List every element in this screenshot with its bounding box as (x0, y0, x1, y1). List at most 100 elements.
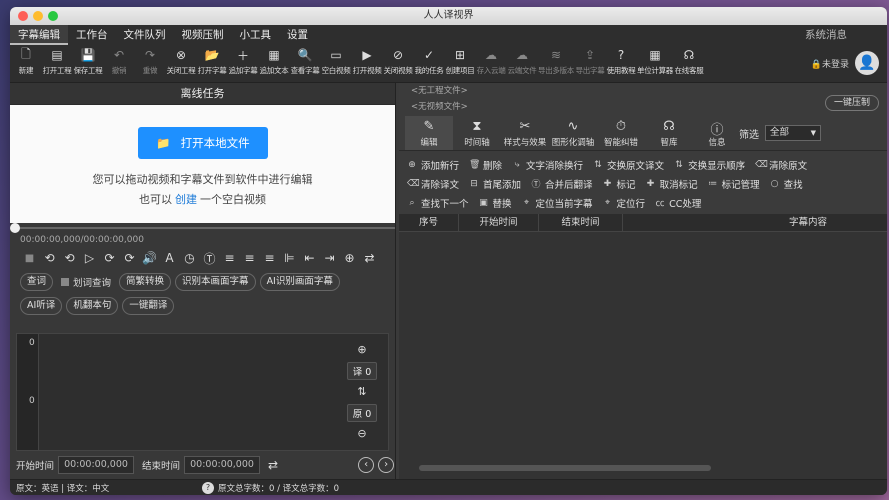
mark-action[interactable]: ✚ 标记 (603, 177, 636, 191)
tab-smart-fix[interactable]: ⏱ 智能纠错 (597, 116, 645, 150)
cc-action[interactable]: ㏄ CC处理 (655, 196, 702, 210)
menu-item-2[interactable]: 文件队列 (116, 25, 174, 45)
swap-icon[interactable]: ⇄ (362, 251, 377, 265)
system-message-link[interactable]: 系统消息 (805, 25, 847, 45)
timeline-track[interactable] (15, 227, 395, 229)
find-action[interactable]: ○ 查找 (770, 177, 803, 191)
toolbar-button-view-subtitle[interactable]: 🔍 查看字幕 (291, 47, 320, 76)
login-status[interactable]: 🔒未登录 (811, 57, 849, 70)
toolbar-button-append-subtitle[interactable]: ＋ 追加字幕 (229, 47, 258, 76)
remove-linebreak-action[interactable]: ⤷ 文字消除换行 (512, 158, 584, 172)
column-index[interactable]: 序号 (399, 213, 459, 232)
swap-vertical-icon[interactable]: ⇅ (357, 382, 366, 402)
forward-1s-icon[interactable]: ⟳ (102, 251, 117, 265)
menu-item-0[interactable]: 字幕编辑 (10, 25, 68, 45)
menu-item-3[interactable]: 视频压制 (174, 25, 232, 45)
toolbar-button-blank-video[interactable]: ▭ 空白视频 (322, 47, 351, 76)
toolbar-button-help[interactable]: ? 使用教程 (607, 47, 636, 76)
translation-count[interactable]: 译 0 (346, 362, 378, 380)
timeline-scrubber[interactable] (10, 223, 20, 233)
toolbar-button-calculator[interactable]: ▦ 单位计算器 (637, 47, 673, 76)
replace-action[interactable]: ▣ 替换 (479, 196, 511, 210)
align-left-icon[interactable]: ≡ (222, 251, 237, 265)
menu-item-4[interactable]: 小工具 (232, 25, 280, 45)
recognize-frame-subtitle-button[interactable]: 识别本画面字幕 (175, 273, 256, 291)
add-ends-action[interactable]: ⊟ 首尾添加 (469, 177, 521, 191)
align-center-icon[interactable]: ≡ (242, 251, 257, 265)
to-start-icon[interactable]: ⇤ (302, 251, 317, 265)
play-icon[interactable]: ▷ (82, 251, 97, 265)
ai-recognize-subtitle-button[interactable]: AI识别画面字幕 (259, 273, 340, 291)
locate-row-action[interactable]: ⌖ 定位行 (603, 196, 645, 210)
clear-translation-action[interactable]: ⌫ 清除译文 (407, 177, 459, 191)
tab-graph[interactable]: ∿ 图形化调轴 (549, 116, 597, 150)
tab-info[interactable]: ⓘ 信息 (693, 116, 741, 150)
volume-icon[interactable]: 🔊 (142, 251, 157, 265)
forward-5s-icon[interactable]: ⟳ (122, 251, 137, 265)
toolbar-button-export-versions[interactable]: ≋ 导出多版本 (538, 47, 574, 76)
clock-icon[interactable]: ◷ (182, 251, 197, 265)
align-top-icon[interactable]: ⊫ (282, 251, 297, 265)
lookup-word-button[interactable]: 查词 (20, 273, 54, 291)
toolbar-button-new-file[interactable]: 🗋 新建 (12, 47, 40, 76)
original-count[interactable]: 原 0 (346, 404, 378, 422)
toolbar-button-create-project[interactable]: ⊞ 创建项目 (446, 47, 475, 76)
toolbar-button-cloud-file[interactable]: ☁ 云端文件 (508, 47, 537, 76)
machine-translate-line-button[interactable]: 机翻本句 (66, 297, 119, 315)
toolbar-button-append-text[interactable]: ▦ 追加文本 (260, 47, 289, 76)
tab-style[interactable]: ✂ 样式与效果 (501, 116, 549, 150)
merge-translate-action[interactable]: Ⓣ 合并后翻译 (531, 177, 593, 191)
close-window-button[interactable] (18, 11, 28, 21)
zoom-in-icon[interactable]: ⊕ (357, 340, 366, 360)
minimize-window-button[interactable] (33, 11, 43, 21)
toolbar-button-undo[interactable]: ↶ 撤销 (105, 47, 133, 76)
rewind-1s-icon[interactable]: ⟲ (62, 251, 77, 265)
menu-item-1[interactable]: 工作台 (68, 25, 116, 45)
toolbar-button-close-project[interactable]: ⊗ 关闭工程 (167, 47, 196, 76)
translate-icon[interactable]: Ⓣ (202, 250, 217, 267)
toolbar-button-export-subtitle[interactable]: ⇪ 导出字幕 (576, 47, 605, 76)
file-drop-area[interactable]: 📁 打开本地文件 您可以拖动视频和字幕文件到软件中进行编辑 也可以 创建 一个空白视频 (10, 105, 395, 223)
horizontal-scrollbar[interactable] (419, 465, 711, 471)
column-start-time[interactable]: 开始时间 (459, 213, 539, 232)
target-icon[interactable]: ⊕ (342, 251, 357, 265)
column-subtitle-content[interactable]: 字幕内容 (623, 214, 887, 232)
one-click-translate-button[interactable]: 一键翻译 (122, 297, 175, 315)
toolbar-button-redo[interactable]: ↷ 重做 (136, 47, 164, 76)
toolbar-button-open-project[interactable]: ▤ 打开工程 (43, 47, 72, 76)
subtitle-table[interactable]: 序号 开始时间 结束时间 字幕内容 (399, 213, 887, 479)
column-end-time[interactable]: 结束时间 (539, 213, 623, 232)
help-icon[interactable]: ? (202, 481, 214, 494)
video-timeline[interactable] (10, 223, 395, 233)
maximize-window-button[interactable] (48, 11, 58, 21)
swap-text-action[interactable]: ⇅ 交换原文译文 (593, 158, 664, 172)
toolbar-button-task[interactable]: ✓ 我的任务 (415, 47, 444, 76)
mark-manage-action[interactable]: ≔ 标记管理 (708, 177, 760, 191)
toolbar-button-open-video[interactable]: ▶ 打开视频 (353, 47, 382, 76)
avatar[interactable]: 👤 (855, 51, 879, 75)
toolbar-button-open-subtitle[interactable]: 📂 打开字幕 (198, 47, 227, 76)
tab-timeline[interactable]: ⧗ 时间轴 (453, 116, 501, 150)
start-time-input[interactable]: 00:00:00,000 (58, 456, 135, 474)
unmark-action[interactable]: ✚ 取消标记 (646, 177, 698, 191)
filter-select[interactable]: 全部 ▼ (765, 125, 821, 141)
toolbar-button-save[interactable]: 💾 保存工程 (74, 47, 103, 76)
menu-item-5[interactable]: 设置 (279, 25, 316, 45)
stop-icon[interactable]: ■ (22, 253, 37, 264)
delete-action[interactable]: 🗑 删除 (469, 158, 502, 172)
find-next-action[interactable]: ⌕ 查找下一个 (407, 196, 468, 210)
clear-original-action[interactable]: ⌫ 清除原文 (755, 158, 807, 172)
subtitle-editor[interactable]: 0 0 ⊕ 译 0 ⇅ 原 0 ⊖ (16, 333, 389, 451)
one-click-compress-button[interactable]: 一键压制 (824, 95, 879, 111)
next-icon[interactable]: › (378, 457, 395, 473)
end-time-input[interactable]: 00:00:00,000 (184, 456, 261, 474)
select-lookup-checkbox[interactable]: 划词查询 (61, 275, 111, 289)
swap-order-action[interactable]: ⇅ 交换显示顺序 (674, 158, 745, 172)
rewind-5s-icon[interactable]: ⟲ (42, 251, 57, 265)
toolbar-button-cloud-save[interactable]: ☁ 存入云端 (477, 47, 506, 76)
align-right-icon[interactable]: ≡ (262, 251, 277, 265)
open-local-file-button[interactable]: 📁 打开本地文件 (138, 127, 268, 159)
swap-time-icon[interactable]: ⇄ (268, 458, 278, 472)
ai-listen-translate-button[interactable]: AI听译 (20, 297, 63, 315)
locate-subtitle-action[interactable]: ⌖ 定位当前字幕 (522, 196, 593, 210)
